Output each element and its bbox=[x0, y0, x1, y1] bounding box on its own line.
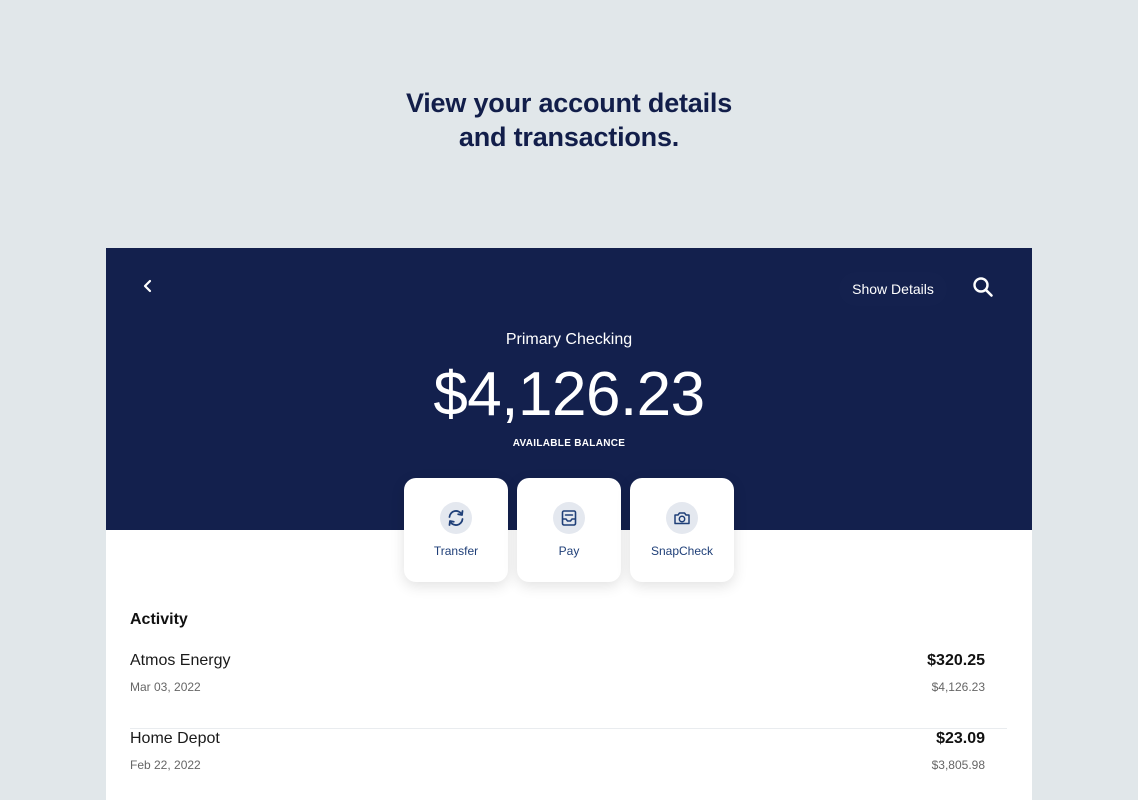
account-name: Primary Checking bbox=[505, 331, 633, 348]
pay-label: Pay bbox=[558, 544, 580, 558]
app-screen: Show Details Primary Checking $4,126.23 … bbox=[106, 248, 1032, 800]
transaction-date: Mar 03, 2022 bbox=[130, 680, 201, 694]
transaction-payee: Atmos Energy bbox=[130, 652, 231, 669]
headline-line-2: and transactions. bbox=[458, 122, 680, 152]
transaction-row[interactable]: Atmos Energy Mar 03, 2022 $320.25 $4,126… bbox=[130, 650, 1007, 729]
available-balance-label: AVAILABLE BALANCE bbox=[512, 438, 626, 449]
transaction-amount: $23.09 bbox=[936, 730, 985, 747]
activity-heading: Activity bbox=[130, 611, 188, 628]
transaction-date: Feb 22, 2022 bbox=[130, 758, 201, 772]
snapcheck-button[interactable]: SnapCheck bbox=[630, 478, 734, 582]
transaction-running-balance: $3,805.98 bbox=[931, 758, 985, 772]
show-details-button[interactable]: Show Details bbox=[839, 272, 947, 306]
available-balance-amount: $4,126.23 bbox=[433, 360, 705, 429]
back-button[interactable] bbox=[134, 274, 162, 302]
transaction-amount: $320.25 bbox=[927, 652, 985, 669]
transfer-icon bbox=[440, 502, 472, 534]
search-icon bbox=[972, 276, 994, 303]
headline-line-1: View your account details bbox=[405, 88, 733, 118]
transaction-payee: Home Depot bbox=[130, 730, 220, 747]
chevron-left-icon bbox=[141, 279, 155, 298]
transfer-button[interactable]: Transfer bbox=[404, 478, 508, 582]
pay-button[interactable]: Pay bbox=[517, 478, 621, 582]
transaction-row[interactable]: Home Depot Feb 22, 2022 $23.09 $3,805.98 bbox=[130, 728, 1007, 800]
transfer-label: Transfer bbox=[433, 544, 479, 558]
pay-icon bbox=[553, 502, 585, 534]
quick-actions: Transfer Pay SnapCheck bbox=[404, 478, 735, 582]
snapcheck-label: SnapCheck bbox=[650, 544, 714, 558]
page-headline: View your account details and transactio… bbox=[0, 86, 1138, 154]
transaction-running-balance: $4,126.23 bbox=[931, 680, 985, 694]
camera-icon bbox=[666, 502, 698, 534]
search-button[interactable] bbox=[970, 276, 996, 302]
